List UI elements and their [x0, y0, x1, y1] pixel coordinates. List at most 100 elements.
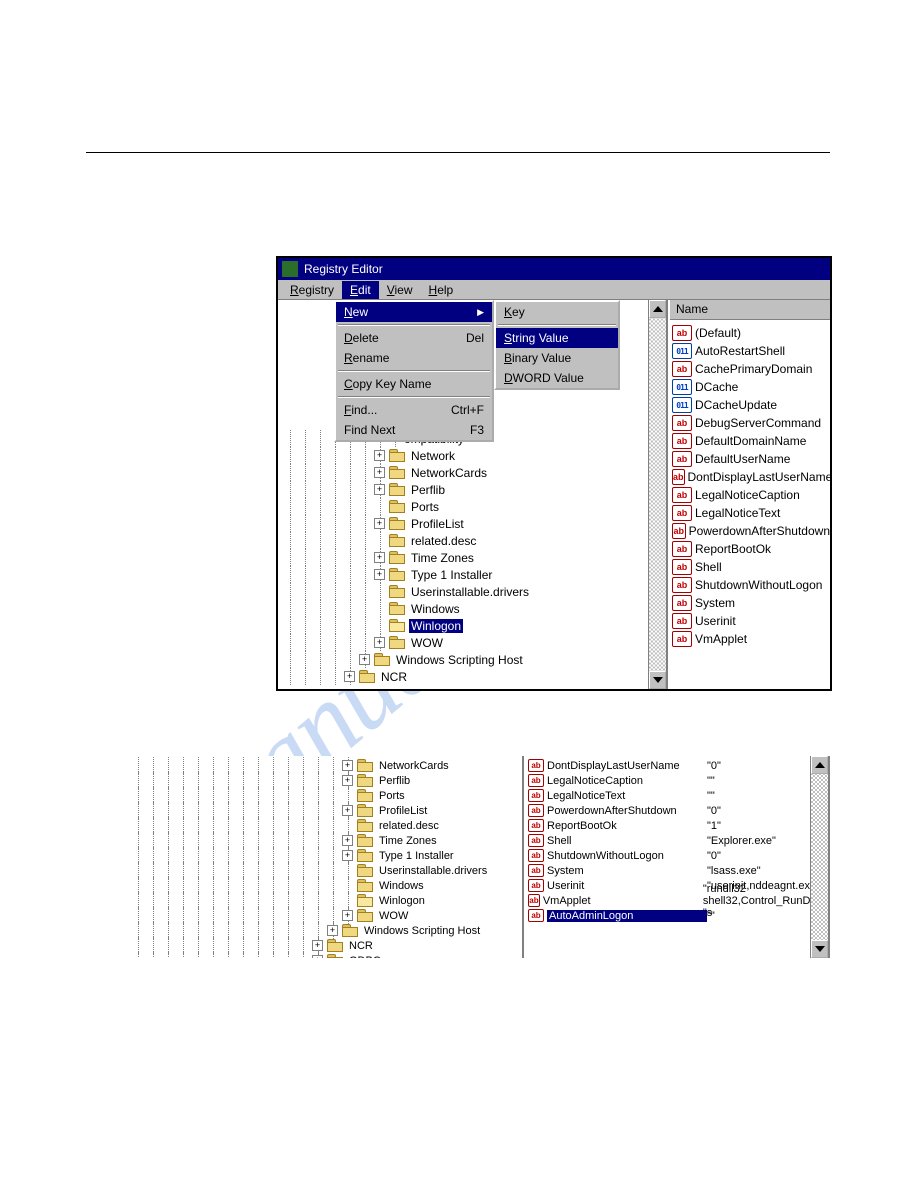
expand-icon[interactable]: +: [374, 569, 385, 580]
menu-view[interactable]: View: [379, 281, 421, 299]
expand-icon[interactable]: +: [312, 955, 323, 958]
tree-item[interactable]: +Windows Scripting Host: [130, 923, 522, 938]
tree-item[interactable]: related.desc: [130, 818, 522, 833]
expand-icon[interactable]: +: [342, 775, 353, 786]
value-row[interactable]: abShutdownWithoutLogon: [672, 576, 830, 594]
tree-item[interactable]: +WOW: [282, 634, 648, 651]
value-name: Userinit: [547, 880, 707, 892]
value-row[interactable]: abPowerdownAfterShutdown: [672, 522, 830, 540]
expand-icon[interactable]: +: [374, 552, 385, 563]
menu-item-new-dword[interactable]: DWORD Value: [496, 368, 618, 388]
tree-item[interactable]: +NCR: [130, 938, 522, 953]
value-row[interactable]: abSystem: [672, 594, 830, 612]
menu-help[interactable]: Help: [421, 281, 462, 299]
tree-item[interactable]: Ports: [130, 788, 522, 803]
expand-icon[interactable]: +: [344, 671, 355, 682]
expand-icon[interactable]: +: [374, 467, 385, 478]
value-scrollbar[interactable]: [810, 756, 828, 958]
titlebar[interactable]: Registry Editor: [278, 258, 830, 280]
tree-item[interactable]: +Windows Scripting Host: [282, 651, 648, 668]
value-row[interactable]: abShutdownWithoutLogon"0": [528, 848, 828, 863]
tree-item[interactable]: +NCR: [282, 668, 648, 685]
tree-item[interactable]: +NetworkCards: [130, 758, 522, 773]
expand-icon[interactable]: +: [374, 637, 385, 648]
value-row[interactable]: abReportBootOk"1": [528, 818, 828, 833]
tree-item[interactable]: +NetworkCards: [282, 464, 648, 481]
expand-icon[interactable]: +: [327, 925, 338, 936]
value-row[interactable]: abLegalNoticeText"": [528, 788, 828, 803]
expand-icon[interactable]: +: [342, 910, 353, 921]
menu-item-new-key[interactable]: Key: [496, 302, 618, 322]
value-row[interactable]: 011DCache: [672, 378, 830, 396]
tree-item[interactable]: +ODBC: [130, 953, 522, 958]
tree-item[interactable]: +ProfileList: [130, 803, 522, 818]
value-row[interactable]: abLegalNoticeCaption"": [528, 773, 828, 788]
tree-item[interactable]: +Type 1 Installer: [282, 566, 648, 583]
expand-icon[interactable]: +: [312, 940, 323, 951]
tree-item[interactable]: +Perflib: [282, 481, 648, 498]
value-row[interactable]: ab(Default): [672, 324, 830, 342]
tree-item[interactable]: +Time Zones: [130, 833, 522, 848]
expand-icon[interactable]: +: [342, 760, 353, 771]
expand-icon[interactable]: +: [342, 850, 353, 861]
value-row[interactable]: abLegalNoticeText: [672, 504, 830, 522]
value-row[interactable]: abShell: [672, 558, 830, 576]
tree-item[interactable]: Winlogon: [130, 893, 522, 908]
tree-item[interactable]: Userinstallable.drivers: [130, 863, 522, 878]
value-row[interactable]: abSystem"lsass.exe": [528, 863, 828, 878]
scroll-track[interactable]: [811, 774, 828, 940]
scroll-up-button[interactable]: [811, 756, 828, 774]
menu-item-find[interactable]: Find...Ctrl+F: [336, 400, 492, 420]
value-row[interactable]: abVmApplet"rundll32 shell32,Control_RunD…: [528, 893, 828, 908]
scroll-down-button[interactable]: [649, 671, 666, 689]
value-row[interactable]: abDontDisplayLastUserName: [672, 468, 830, 486]
tree-item[interactable]: +WOW: [130, 908, 522, 923]
value-row[interactable]: abPowerdownAfterShutdown"0": [528, 803, 828, 818]
tree-item[interactable]: related.desc: [282, 532, 648, 549]
tree-item[interactable]: +Network: [282, 447, 648, 464]
menu-item-new[interactable]: New▶: [336, 302, 492, 322]
tree-item[interactable]: Ports: [282, 498, 648, 515]
value-row[interactable]: abCachePrimaryDomain: [672, 360, 830, 378]
expand-icon[interactable]: +: [342, 805, 353, 816]
value-row[interactable]: abVmApplet: [672, 630, 830, 648]
menu-item-new-binary[interactable]: Binary Value: [496, 348, 618, 368]
value-row[interactable]: abReportBootOk: [672, 540, 830, 558]
scroll-down-button[interactable]: [811, 940, 828, 958]
value-row[interactable]: 011DCacheUpdate: [672, 396, 830, 414]
value-row[interactable]: abDefaultDomainName: [672, 432, 830, 450]
tree-item[interactable]: +Time Zones: [282, 549, 648, 566]
menu-edit[interactable]: Edit: [342, 281, 379, 299]
menu-item-rename[interactable]: Rename: [336, 348, 492, 368]
value-row[interactable]: abDebugServerCommand: [672, 414, 830, 432]
value-row[interactable]: abShell"Explorer.exe": [528, 833, 828, 848]
tree-item[interactable]: +Perflib: [130, 773, 522, 788]
tree-item[interactable]: Windows: [130, 878, 522, 893]
tree-item[interactable]: +Type 1 Installer: [130, 848, 522, 863]
value-row[interactable]: abDefaultUserName: [672, 450, 830, 468]
scroll-track[interactable]: [649, 318, 666, 671]
menu-item-new-string[interactable]: String Value: [496, 328, 618, 348]
value-row[interactable]: abUserinit: [672, 612, 830, 630]
edit-menu-dropdown: New▶ DeleteDel Rename Copy Key Name Find…: [334, 300, 494, 442]
expand-icon[interactable]: +: [374, 450, 385, 461]
column-header-name[interactable]: Name: [670, 300, 830, 320]
menu-item-findnext[interactable]: Find NextF3: [336, 420, 492, 440]
value-row[interactable]: 011AutoRestartShell: [672, 342, 830, 360]
expand-icon[interactable]: +: [374, 518, 385, 529]
tree-item[interactable]: Userinstallable.drivers: [282, 583, 648, 600]
menu-registry[interactable]: Registry: [282, 281, 342, 299]
expand-icon[interactable]: +: [374, 484, 385, 495]
tree-item[interactable]: Winlogon: [282, 617, 648, 634]
scroll-up-button[interactable]: [649, 300, 666, 318]
value-list: abDontDisplayLastUserName"0"abLegalNotic…: [526, 756, 828, 923]
menu-item-delete[interactable]: DeleteDel: [336, 328, 492, 348]
menu-item-copykeyname[interactable]: Copy Key Name: [336, 374, 492, 394]
tree-item[interactable]: Windows: [282, 600, 648, 617]
tree-scrollbar[interactable]: [648, 300, 666, 689]
expand-icon[interactable]: +: [342, 835, 353, 846]
value-row[interactable]: abDontDisplayLastUserName"0": [528, 758, 828, 773]
expand-icon[interactable]: +: [359, 654, 370, 665]
value-row[interactable]: abLegalNoticeCaption: [672, 486, 830, 504]
tree-item[interactable]: +ProfileList: [282, 515, 648, 532]
